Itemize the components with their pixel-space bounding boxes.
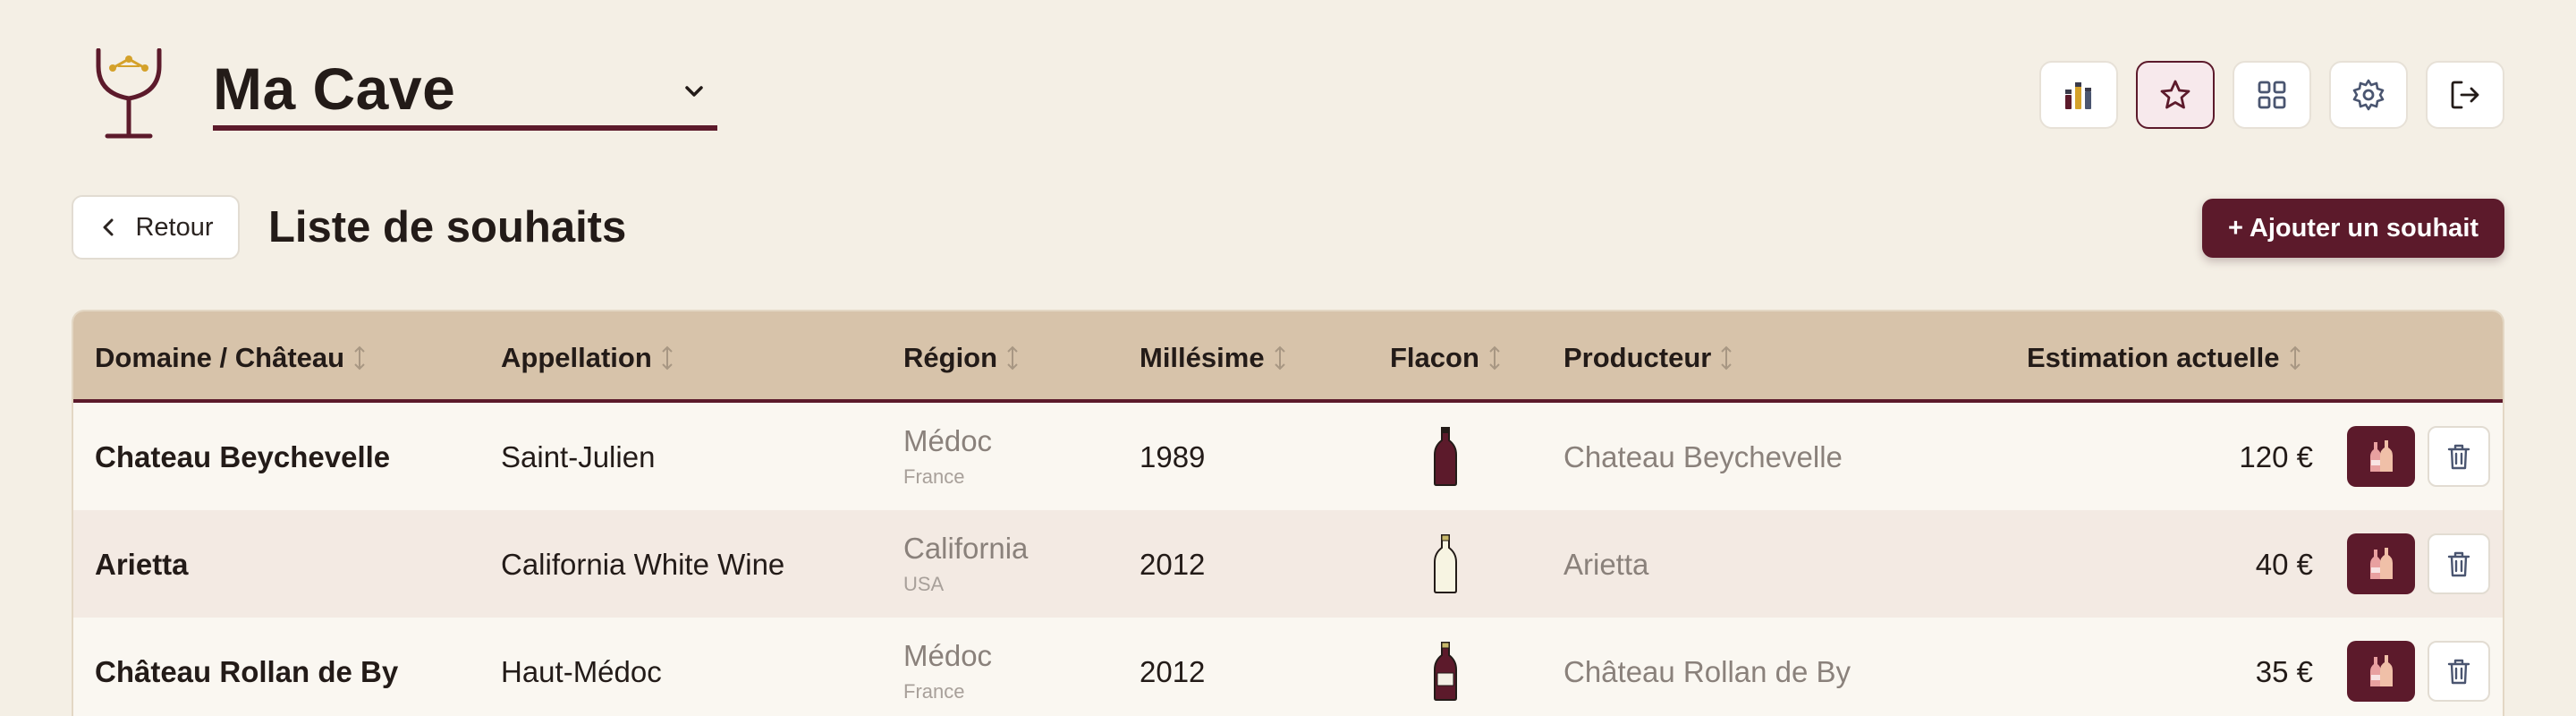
logout-button[interactable] bbox=[2426, 61, 2504, 129]
red-wine-bottle-icon bbox=[1434, 642, 1457, 701]
logout-icon bbox=[2451, 81, 2479, 109]
star-icon bbox=[2160, 80, 2190, 109]
bottles-icon bbox=[2370, 655, 2393, 686]
country-cell: France bbox=[903, 680, 965, 703]
delete-button[interactable] bbox=[2428, 426, 2490, 487]
sort-icon bbox=[1721, 345, 1733, 371]
bottles-icon bbox=[2370, 548, 2393, 579]
column-header-region[interactable]: Région bbox=[903, 342, 1021, 374]
wine-glass-logo bbox=[96, 48, 162, 139]
column-header-estimate[interactable]: Estimation actuelle bbox=[2027, 342, 2303, 374]
region-cell: Médoc bbox=[903, 424, 993, 457]
move-to-cellar-button[interactable] bbox=[2347, 533, 2415, 594]
table-row[interactable]: Arietta California White Wine California… bbox=[73, 510, 2503, 618]
table-row[interactable]: Château Rollan de By Haut-Médoc Médoc Fr… bbox=[73, 618, 2503, 716]
domain-cell: Château Rollan de By bbox=[95, 655, 399, 688]
producer-cell: Château Rollan de By bbox=[1563, 655, 1852, 688]
back-button[interactable]: Retour bbox=[72, 195, 240, 260]
region-cell: Médoc bbox=[903, 639, 993, 672]
appellation-cell: Saint-Julien bbox=[501, 440, 656, 473]
gear-icon bbox=[2352, 79, 2385, 111]
trash-icon bbox=[2447, 444, 2470, 470]
vintage-cell: 1989 bbox=[1140, 440, 1206, 473]
column-header-producer[interactable]: Producteur bbox=[1563, 342, 1734, 374]
chevron-left-icon bbox=[103, 218, 114, 236]
column-header-vintage[interactable]: Millésime bbox=[1140, 342, 1288, 374]
country-cell: USA bbox=[903, 573, 945, 595]
table-header: Domaine / Château Appellation Région Mil… bbox=[73, 311, 2503, 403]
wishlist-table: Domaine / Château Appellation Région Mil… bbox=[72, 310, 2504, 716]
domain-cell: Arietta bbox=[95, 548, 189, 581]
domain-cell: Chateau Beychevelle bbox=[95, 440, 391, 473]
vintage-cell: 2012 bbox=[1140, 548, 1206, 581]
grid-view-button[interactable] bbox=[2233, 61, 2311, 129]
move-to-cellar-button[interactable] bbox=[2347, 426, 2415, 487]
country-cell: France bbox=[903, 465, 965, 488]
delete-button[interactable] bbox=[2428, 641, 2490, 702]
grid-icon bbox=[2258, 81, 2286, 109]
trash-icon bbox=[2447, 659, 2470, 685]
sort-icon bbox=[2289, 345, 2301, 371]
wishlist-button[interactable] bbox=[2136, 61, 2215, 129]
add-wish-button[interactable]: + Ajouter un souhait bbox=[2202, 199, 2504, 258]
page-title: Liste de souhaits bbox=[268, 203, 627, 251]
toolbar bbox=[2039, 61, 2504, 129]
column-header-bottle[interactable]: Flacon bbox=[1390, 342, 1503, 374]
settings-button[interactable] bbox=[2329, 61, 2408, 129]
bar-chart-icon bbox=[2065, 82, 2091, 109]
table-row[interactable]: Chateau Beychevelle Saint-Julien Médoc F… bbox=[73, 403, 2503, 510]
estimate-cell: 40 € bbox=[2255, 548, 2313, 581]
column-header-domain[interactable]: Domaine / Château bbox=[95, 342, 368, 374]
appellation-cell: California White Wine bbox=[501, 548, 785, 581]
back-label: Retour bbox=[135, 212, 214, 242]
estimate-cell: 35 € bbox=[2255, 655, 2313, 688]
estimate-cell: 120 € bbox=[2239, 440, 2313, 473]
move-to-cellar-button[interactable] bbox=[2347, 641, 2415, 702]
red-wine-bottle-icon bbox=[1434, 427, 1457, 486]
sort-icon bbox=[662, 345, 673, 371]
delete-button[interactable] bbox=[2428, 533, 2490, 594]
cellar-selector[interactable]: Ma Cave bbox=[213, 52, 717, 131]
appellation-cell: Haut-Médoc bbox=[501, 655, 662, 688]
column-header-appellation[interactable]: Appellation bbox=[501, 342, 675, 374]
sort-icon bbox=[1274, 345, 1285, 371]
sort-icon bbox=[1489, 345, 1500, 371]
white-wine-bottle-icon bbox=[1434, 534, 1457, 593]
sort-icon bbox=[1007, 345, 1018, 371]
producer-cell: Arietta bbox=[1563, 548, 1649, 581]
trash-icon bbox=[2447, 551, 2470, 577]
bottles-icon bbox=[2370, 440, 2393, 472]
producer-cell: Chateau Beychevelle bbox=[1563, 440, 1843, 473]
vintage-cell: 2012 bbox=[1140, 655, 1206, 688]
region-cell: California bbox=[903, 532, 1029, 565]
cellar-name: Ma Cave bbox=[213, 55, 456, 122]
chevron-down-icon bbox=[685, 86, 703, 97]
stats-button[interactable] bbox=[2039, 61, 2118, 129]
sort-icon bbox=[354, 345, 365, 371]
